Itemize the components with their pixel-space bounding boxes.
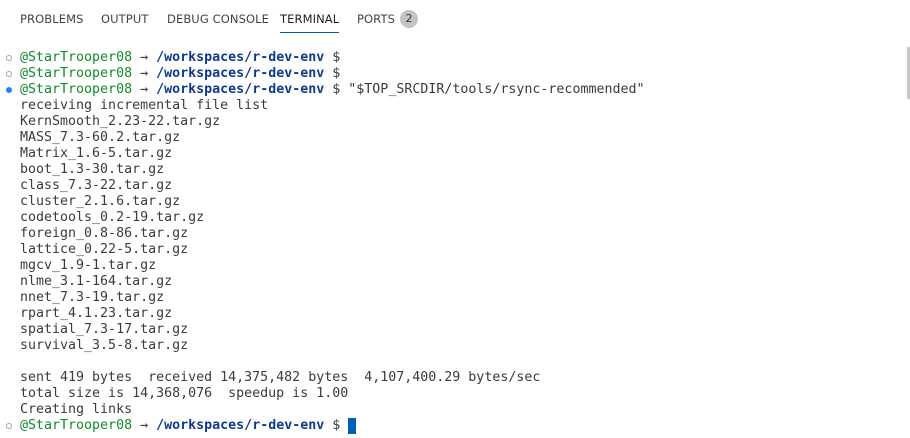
output-line: cluster_2.1.6.tar.gz xyxy=(20,194,181,209)
terminal-panel: PROBLEMS OUTPUT DEBUG CONSOLE TERMINAL P… xyxy=(0,0,910,438)
active-tab-indicator xyxy=(280,32,340,33)
output-line: Matrix_1.6-5.tar.gz xyxy=(20,146,173,161)
output-line: MASS_7.3-60.2.tar.gz xyxy=(20,130,181,145)
output-line: mgcv_1.9-1.tar.gz xyxy=(20,258,157,273)
prompt-symbol: $ xyxy=(332,418,341,433)
terminal-output[interactable]: @StarTrooper08 → /workspaces/r-dev-env $… xyxy=(0,50,910,438)
prompt-line: @StarTrooper08 → /workspaces/r-dev-env $… xyxy=(20,82,645,98)
tab-label: TERMINAL xyxy=(280,12,340,26)
output-line: KernSmooth_2.23-22.tar.gz xyxy=(20,114,221,129)
prompt-line: @StarTrooper08 → /workspaces/r-dev-env $ xyxy=(20,50,340,66)
output-line: codetools_0.2-19.tar.gz xyxy=(20,210,205,225)
command-decoration-icon[interactable] xyxy=(6,87,12,93)
prompt-arrow: → xyxy=(140,82,149,97)
output-line: foreign_0.8-86.tar.gz xyxy=(20,226,189,241)
output-line: rpart_4.1.23.tar.gz xyxy=(20,306,173,321)
tab-label: DEBUG CONSOLE xyxy=(167,12,270,26)
prompt-line: @StarTrooper08 → /workspaces/r-dev-env $ xyxy=(20,418,357,434)
tab-label: OUTPUT xyxy=(101,12,149,26)
output-line: class_7.3-22.tar.gz xyxy=(20,178,173,193)
command-decoration-icon[interactable] xyxy=(6,423,12,429)
tab-ports[interactable]: PORTS xyxy=(357,0,395,38)
output-line: survival_3.5-8.tar.gz xyxy=(20,338,189,353)
prompt-line: @StarTrooper08 → /workspaces/r-dev-env $ xyxy=(20,66,340,82)
tab-label: PROBLEMS xyxy=(20,12,84,26)
prompt-path: /workspaces/r-dev-env xyxy=(156,50,325,65)
output-line: nlme_3.1-164.tar.gz xyxy=(20,274,173,289)
output-line: Creating links xyxy=(20,402,133,417)
output-line: boot_1.3-30.tar.gz xyxy=(20,162,165,177)
output-line: total size is 14,368,076 speedup is 1.00 xyxy=(20,386,349,401)
prompt-path: /workspaces/r-dev-env xyxy=(156,418,325,433)
output-line: lattice_0.22-5.tar.gz xyxy=(20,242,189,257)
prompt-arrow: → xyxy=(140,66,149,81)
ports-count-badge: 2 xyxy=(400,10,418,28)
panel-tab-bar: PROBLEMS OUTPUT DEBUG CONSOLE TERMINAL P… xyxy=(0,0,910,38)
prompt-path: /workspaces/r-dev-env xyxy=(156,82,325,97)
prompt-arrow: → xyxy=(140,50,149,65)
tab-debug-console[interactable]: DEBUG CONSOLE xyxy=(167,0,269,38)
prompt-symbol: $ xyxy=(332,66,341,81)
prompt-user: @StarTrooper08 xyxy=(20,82,133,97)
command-decoration-icon[interactable] xyxy=(6,55,12,61)
output-line: receiving incremental file list xyxy=(20,98,269,113)
terminal-cursor xyxy=(348,418,357,434)
command-decoration-icon[interactable] xyxy=(6,71,12,77)
prompt-user: @StarTrooper08 xyxy=(20,66,133,81)
tab-label: PORTS xyxy=(357,12,395,26)
tab-problems[interactable]: PROBLEMS xyxy=(20,0,84,38)
prompt-symbol: $ xyxy=(332,50,341,65)
output-line: spatial_7.3-17.tar.gz xyxy=(20,322,189,337)
prompt-arrow: → xyxy=(140,418,149,433)
prompt-user: @StarTrooper08 xyxy=(20,418,133,433)
prompt-path: /workspaces/r-dev-env xyxy=(156,66,325,81)
output-line: nnet_7.3-19.tar.gz xyxy=(20,290,165,305)
tab-terminal[interactable]: TERMINAL xyxy=(280,0,340,38)
tab-output[interactable]: OUTPUT xyxy=(101,0,148,38)
prompt-user: @StarTrooper08 xyxy=(20,50,133,65)
output-line: sent 419 bytes received 14,375,482 bytes… xyxy=(20,370,541,385)
command-text: "$TOP_SRCDIR/tools/rsync-recommended" xyxy=(340,82,645,97)
